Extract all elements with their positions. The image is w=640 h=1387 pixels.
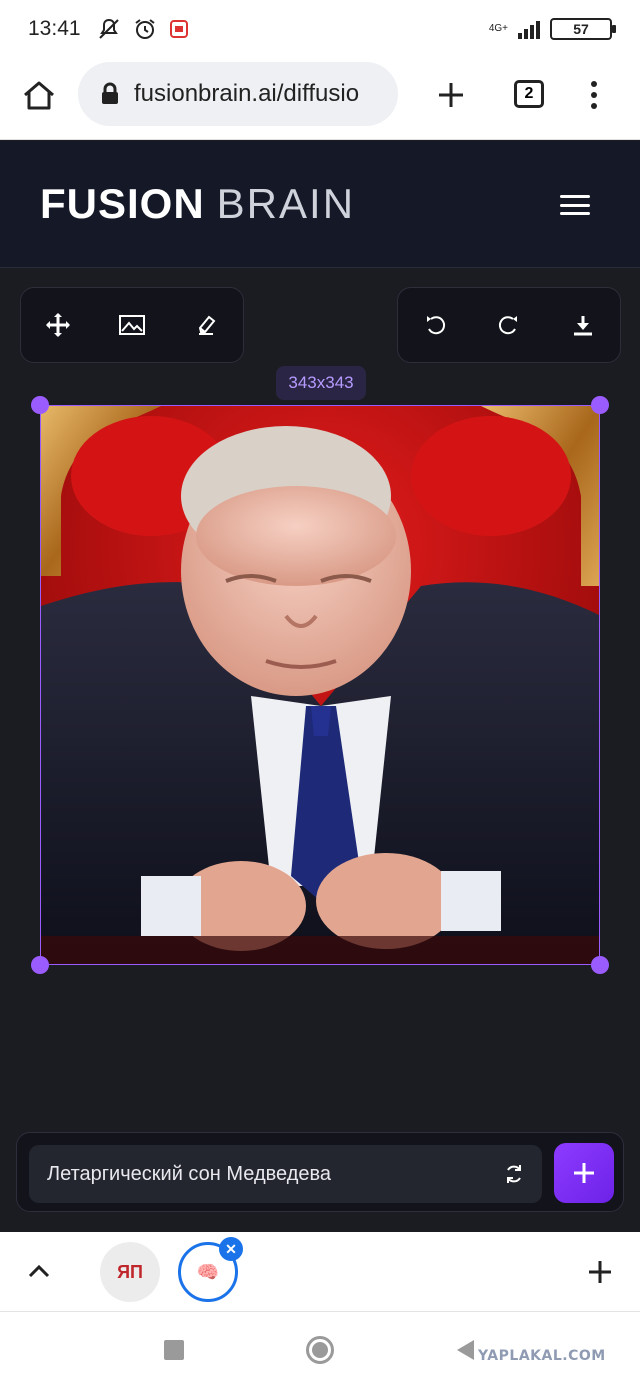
eraser-tool-button[interactable] [186, 305, 226, 345]
add-tab-icon[interactable] [587, 1259, 613, 1285]
home-button[interactable] [306, 1336, 334, 1364]
move-tool-button[interactable] [38, 305, 78, 345]
browser-toolbar: fusionbrain.ai/diffusio 2 [0, 58, 640, 140]
generated-image-content [41, 406, 599, 964]
prompt-input[interactable]: Летаргический сон Медведева [29, 1145, 542, 1203]
prompt-panel: Летаргический сон Медведева [16, 1132, 624, 1212]
resize-handle-bottom-left[interactable] [31, 956, 49, 974]
tab-count: 2 [524, 85, 534, 102]
logo-fusion[interactable]: FUSION [40, 180, 205, 228]
undo-icon [427, 316, 446, 335]
hamburger-menu-icon[interactable] [560, 195, 590, 215]
back-icon[interactable] [454, 1338, 476, 1362]
canvas-tools-left [20, 287, 244, 363]
status-right: 4G+ 57 [488, 18, 616, 40]
signal-icon [518, 19, 540, 39]
eraser-icon [198, 315, 216, 335]
redo-icon [498, 316, 517, 335]
refresh-icon [507, 1165, 521, 1183]
download-button[interactable] [563, 305, 603, 345]
resize-handle-top-right[interactable] [591, 396, 609, 414]
site-header: FUSION BRAIN [0, 141, 640, 268]
status-icons [97, 17, 189, 41]
resize-handle-top-left[interactable] [31, 396, 49, 414]
tab-strip: ЯП 🧠 ✕ [0, 1232, 640, 1312]
android-nav-bar: YAPLAKAL.COM [0, 1312, 640, 1387]
tab-yaplakal-label: ЯП [117, 1261, 143, 1282]
image-size-badge: 343x343 [276, 366, 366, 400]
recents-button[interactable] [164, 1340, 184, 1360]
plus-icon [574, 1163, 594, 1183]
generated-image[interactable] [40, 405, 600, 965]
download-icon [574, 316, 592, 336]
image-icon [119, 315, 145, 335]
url-text: fusionbrain.ai/diffusio [134, 80, 360, 107]
prompt-text: Летаргический сон Медведева [47, 1162, 332, 1185]
redo-button[interactable] [489, 305, 529, 345]
logo-brain[interactable]: BRAIN [217, 180, 355, 228]
move-icon [46, 313, 70, 337]
chevron-up-icon[interactable] [27, 1263, 51, 1279]
lock-icon [102, 82, 118, 104]
tab-fusionbrain[interactable]: 🧠 ✕ [178, 1237, 243, 1302]
app-notification-icon [169, 20, 188, 38]
home-icon[interactable] [21, 78, 57, 114]
refresh-prompt-button[interactable] [500, 1160, 528, 1188]
generate-button[interactable] [554, 1143, 614, 1203]
menu-dots-icon[interactable] [589, 80, 599, 110]
status-bar: 13:41 4G+ 57 [0, 0, 640, 58]
undo-button[interactable] [415, 305, 455, 345]
tab-fusionbrain-label: 🧠 [196, 1261, 220, 1282]
close-tab-icon[interactable]: ✕ [219, 1237, 243, 1261]
battery-icon: 57 [550, 18, 616, 40]
tab-switcher-button[interactable]: 2 [514, 80, 544, 108]
status-time: 13:41 [28, 17, 81, 40]
alarm-icon [134, 19, 155, 39]
watermark: YAPLAKAL.COM [478, 1348, 606, 1364]
image-tool-button[interactable] [112, 305, 152, 345]
tab-yaplakal[interactable]: ЯП [100, 1242, 160, 1302]
resize-handle-bottom-right[interactable] [591, 956, 609, 974]
canvas-tools-right [397, 287, 621, 363]
mute-icon [98, 18, 119, 39]
new-tab-icon[interactable] [436, 80, 466, 110]
battery-level: 57 [573, 21, 589, 37]
address-bar[interactable]: fusionbrain.ai/diffusio [78, 62, 398, 126]
network-type: 4G+ [488, 23, 508, 34]
